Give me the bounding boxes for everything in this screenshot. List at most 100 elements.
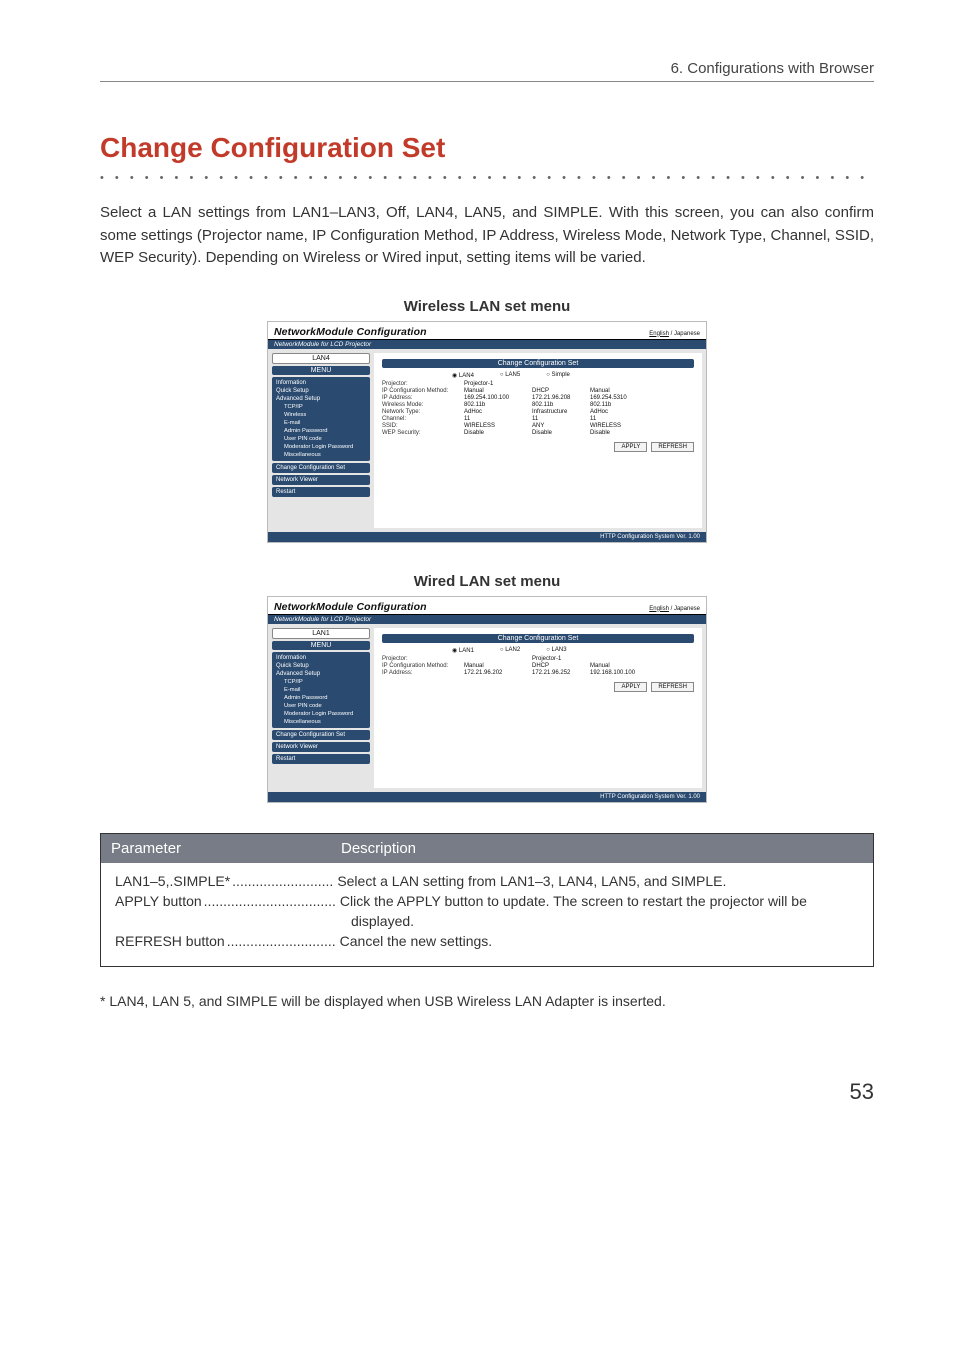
val: 172.21.96.252 (532, 670, 582, 676)
lang-japanese[interactable]: Japanese (674, 606, 700, 612)
refresh-button[interactable]: REFRESH (651, 682, 694, 692)
val: ANY (532, 423, 582, 429)
lbl-ipcfg: IP Configuration Method: (382, 388, 456, 394)
val: DHCP (532, 663, 582, 669)
param-desc: Cancel the new settings. (340, 931, 859, 951)
sidebar-item-email[interactable]: E-mail (276, 419, 366, 427)
val: 169.254.100.100 (464, 395, 524, 401)
sidebar-item-quick-setup[interactable]: Quick Setup (276, 662, 366, 670)
sidebar-item-misc[interactable]: Miscellaneous (276, 451, 366, 459)
sidebar-item-user-pin[interactable]: User PIN code (276, 702, 366, 710)
val: WIRELESS (590, 423, 640, 429)
sidebar: LAN4 MENU Information Quick Setup Advanc… (268, 349, 374, 532)
table-row: REFRESH button .........................… (115, 931, 859, 951)
radio-lan5[interactable]: LAN5 (500, 372, 520, 379)
lan-radio-row[interactable]: LAN4 LAN5 Simple (452, 372, 694, 379)
panel-subtitle: NetworkModule for LCD Projector (268, 340, 706, 349)
ccs-heading: Change Configuration Set (382, 634, 694, 643)
val: Disable (590, 430, 640, 436)
lang-switch[interactable]: English / Japanese (649, 331, 700, 337)
page-title: Change Configuration Set (100, 132, 874, 164)
val: Disable (532, 430, 582, 436)
table-row: LAN1–5,.SIMPLE* ........................… (115, 871, 859, 891)
sidebar-item-change-config[interactable]: Change Configuration Set (272, 730, 370, 740)
dotted-rule: • • • • • • • • • • • • • • • • • • • • … (100, 172, 874, 184)
config-grid: Projector:Projector-1 IP Configuration M… (382, 381, 694, 436)
val: AdHoc (464, 409, 524, 415)
val: Infrastructure (532, 409, 582, 415)
sidebar-item-network-viewer[interactable]: Network Viewer (272, 475, 370, 485)
sidebar-item-moderator[interactable]: Moderator Login Password (276, 710, 366, 718)
refresh-button[interactable]: REFRESH (651, 442, 694, 452)
config-grid: Projector:Projector-1 IP Configuration M… (382, 656, 694, 676)
val (532, 381, 582, 387)
val: Manual (590, 388, 640, 394)
radio-lan1[interactable]: LAN1 (452, 647, 474, 654)
lbl-channel: Channel: (382, 416, 456, 422)
sidebar-item-information[interactable]: Information (276, 654, 366, 662)
intro-paragraph: Select a LAN settings from LAN1–LAN3, Of… (100, 202, 874, 270)
param-desc: Click the APPLY button to update. The sc… (340, 891, 859, 911)
lan-badge: LAN1 (272, 628, 370, 639)
sidebar-item-advanced-setup[interactable]: Advanced Setup (276, 670, 366, 678)
sidebar: LAN1 MENU Information Quick Setup Advanc… (268, 624, 374, 792)
sidebar-item-restart[interactable]: Restart (272, 487, 370, 497)
caption-wireless: Wireless LAN set menu (100, 298, 874, 315)
lang-english[interactable]: English (649, 331, 669, 337)
sidebar-item-tcpip[interactable]: TCP/IP (276, 678, 366, 686)
apply-button[interactable]: APPLY (614, 442, 647, 452)
panel-title: NetworkModule Configuration (274, 326, 427, 338)
lbl-wmode: Wireless Mode: (382, 402, 456, 408)
val: 802.11b (532, 402, 582, 408)
radio-lan3[interactable]: LAN3 (546, 647, 566, 654)
param-desc-cont: displayed. (115, 911, 859, 931)
lbl-ip: IP Address: (382, 395, 456, 401)
lan-radio-row[interactable]: LAN1 LAN2 LAN3 (452, 647, 694, 654)
sidebar-item-admin-password[interactable]: Admin Password (276, 694, 366, 702)
divider (100, 81, 874, 82)
val (590, 381, 640, 387)
dots: .......................... (232, 871, 333, 891)
lang-switch[interactable]: English / Japanese (649, 606, 700, 612)
sidebar-item-misc[interactable]: Miscellaneous (276, 718, 366, 726)
sidebar-item-user-pin[interactable]: User PIN code (276, 435, 366, 443)
radio-lan4[interactable]: LAN4 (452, 372, 474, 379)
val: Manual (464, 663, 524, 669)
sidebar-item-email[interactable]: E-mail (276, 686, 366, 694)
lang-english[interactable]: English (649, 606, 669, 612)
sidebar-item-tcpip[interactable]: TCP/IP (276, 403, 366, 411)
sidebar-item-moderator[interactable]: Moderator Login Password (276, 443, 366, 451)
val (590, 656, 640, 662)
caption-wired: Wired LAN set menu (100, 573, 874, 590)
chapter-header: 6. Configurations with Browser (100, 60, 874, 77)
val: WIRELESS (464, 423, 524, 429)
panel-footer: HTTP Configuration System Ver. 1.00 (268, 532, 706, 542)
val: 11 (532, 416, 582, 422)
th-parameter: Parameter (111, 840, 341, 857)
lbl-ip: IP Address: (382, 670, 456, 676)
sidebar-item-quick-setup[interactable]: Quick Setup (276, 387, 366, 395)
lbl-ipcfg: IP Configuration Method: (382, 663, 456, 669)
ccs-heading: Change Configuration Set (382, 359, 694, 368)
val: 172.21.96.202 (464, 670, 524, 676)
val: Manual (464, 388, 524, 394)
panel-title: NetworkModule Configuration (274, 601, 427, 613)
sidebar-item-change-config[interactable]: Change Configuration Set (272, 463, 370, 473)
radio-lan2[interactable]: LAN2 (500, 647, 520, 654)
panel-footer: HTTP Configuration System Ver. 1.00 (268, 792, 706, 802)
lan-badge: LAN4 (272, 353, 370, 364)
sidebar-item-restart[interactable]: Restart (272, 754, 370, 764)
lang-japanese[interactable]: Japanese (674, 331, 700, 337)
sidebar-item-wireless[interactable]: Wireless (276, 411, 366, 419)
lbl-projector: Projector: (382, 656, 456, 662)
sidebar-item-admin-password[interactable]: Admin Password (276, 427, 366, 435)
sidebar-item-network-viewer[interactable]: Network Viewer (272, 742, 370, 752)
sidebar-item-information[interactable]: Information (276, 379, 366, 387)
radio-simple[interactable]: Simple (546, 372, 570, 379)
dots: ............................ (227, 931, 336, 951)
sidebar-item-advanced-setup[interactable]: Advanced Setup (276, 395, 366, 403)
table-row: APPLY button ...........................… (115, 891, 859, 911)
apply-button[interactable]: APPLY (614, 682, 647, 692)
val: DHCP (532, 388, 582, 394)
param-key: REFRESH button (115, 931, 225, 951)
